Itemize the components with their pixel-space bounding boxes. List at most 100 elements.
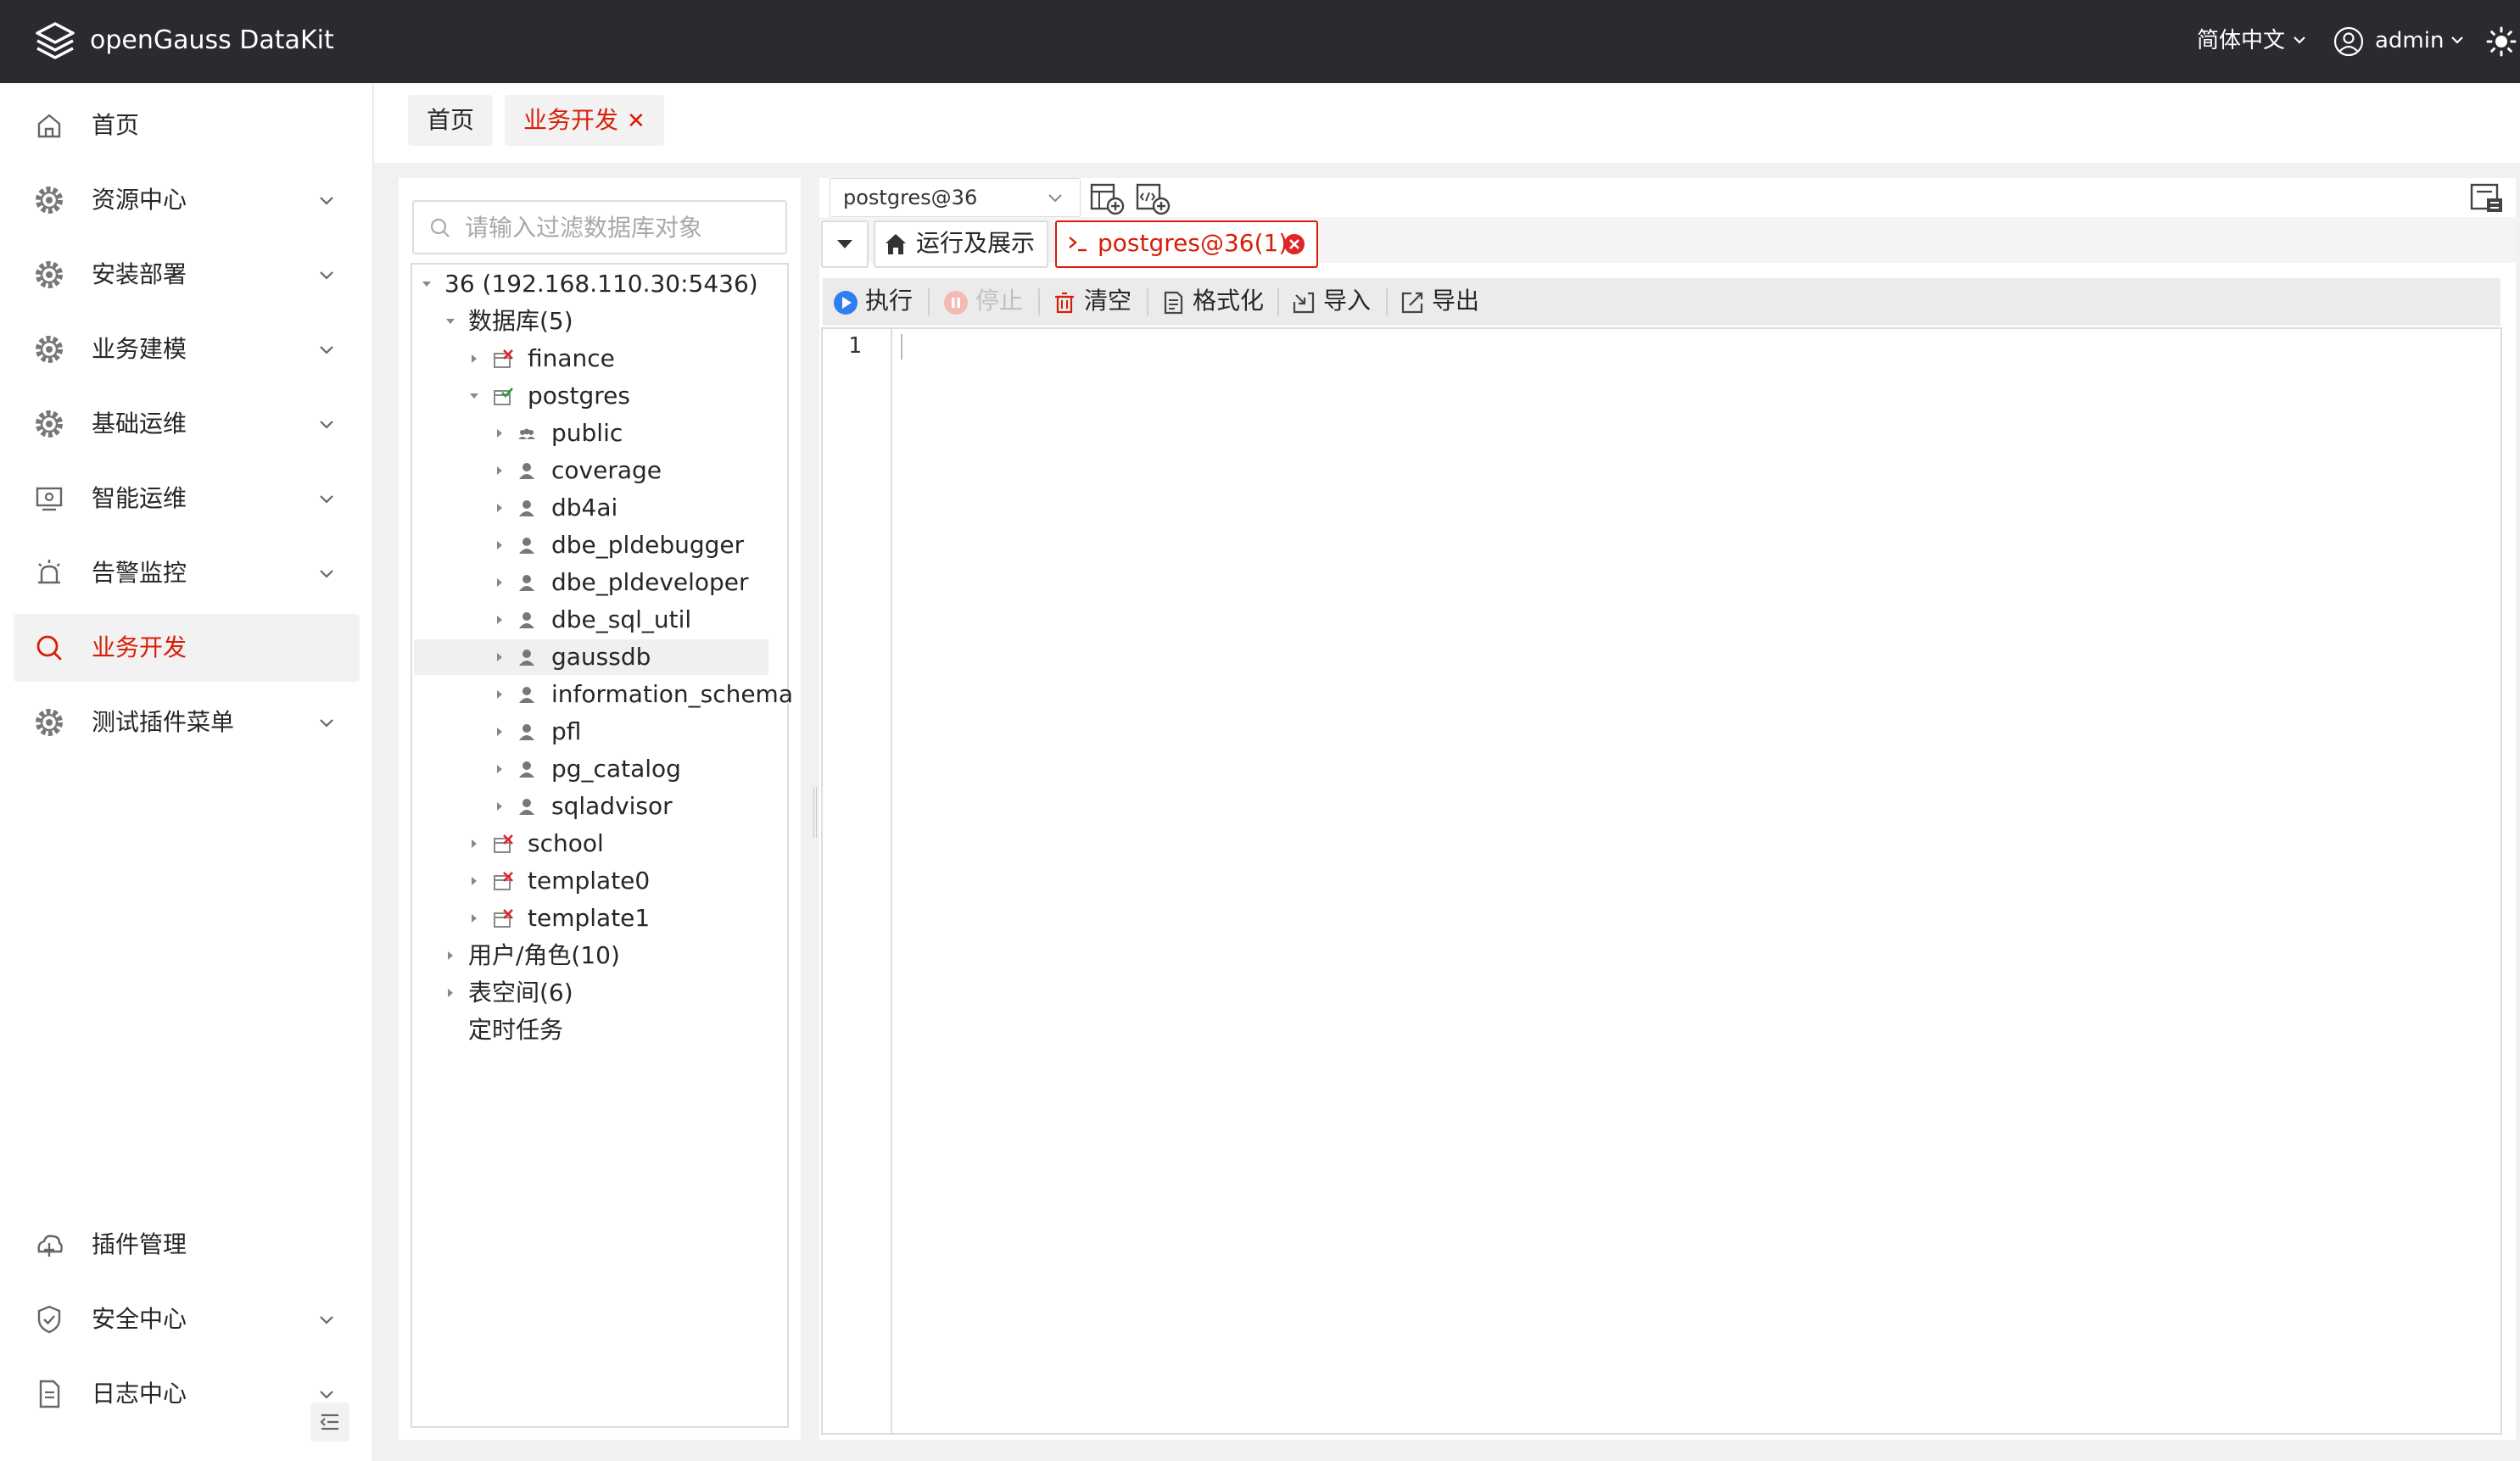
- user-menu[interactable]: admin: [2375, 24, 2444, 58]
- tree-node-schema[interactable]: pfl: [419, 714, 768, 750]
- tree-node-database[interactable]: template0: [419, 863, 784, 899]
- caret-right-icon[interactable]: [468, 838, 480, 850]
- clear-button[interactable]: 清空: [1084, 283, 1131, 319]
- sql-assistant-icon[interactable]: [2468, 181, 2506, 215]
- splitter-grip[interactable]: [813, 787, 817, 838]
- sidebar-item-test-plugin-menu[interactable]: 测试插件菜单: [14, 689, 360, 756]
- chevron-down-icon[interactable]: [2450, 34, 2465, 46]
- tree-node-schema[interactable]: information_schema: [419, 677, 793, 712]
- sidebar-item-home[interactable]: 首页: [14, 92, 360, 159]
- sql-code-editor[interactable]: [821, 327, 2502, 1435]
- caret-right-icon[interactable]: [444, 987, 456, 999]
- sun-theme-icon[interactable]: [2485, 25, 2517, 58]
- tab-sql-console-label[interactable]: postgres@36(1): [1098, 226, 1288, 261]
- tree-node-database[interactable]: finance: [419, 341, 784, 376]
- connection-select-value[interactable]: postgres@36: [843, 181, 977, 214]
- caret-right-icon[interactable]: [494, 689, 506, 700]
- tree-node-scheduled-jobs[interactable]: 定时任务: [419, 1012, 784, 1048]
- sidebar-item-label: 业务建模: [92, 335, 187, 363]
- caret-right-icon[interactable]: [444, 950, 456, 962]
- tree-node-schema[interactable]: dbe_sql_util: [419, 602, 768, 638]
- tree-node-schema[interactable]: dbe_pldeveloper: [419, 565, 768, 600]
- tab-run-results-label[interactable]: 运行及展示: [916, 226, 1035, 261]
- tree-node-schema[interactable]: public: [419, 415, 768, 451]
- caret-right-icon[interactable]: [494, 651, 506, 663]
- tab-business-dev[interactable]: 业务开发 ✕: [505, 95, 664, 146]
- chevron-down-icon[interactable]: [1047, 192, 1064, 204]
- tree-node-label: information_schema: [551, 680, 793, 708]
- sidebar-item-label: 基础运维: [92, 410, 187, 438]
- caret-right-icon[interactable]: [494, 427, 506, 439]
- caret-down-icon[interactable]: [421, 278, 433, 290]
- tree-node-schema-selected[interactable]: gaussdb: [414, 639, 768, 675]
- tree-node-schema[interactable]: db4ai: [419, 490, 768, 526]
- export-button[interactable]: 导出: [1432, 283, 1479, 319]
- editor-tabs-dropdown[interactable]: [821, 220, 869, 268]
- search-icon: [36, 635, 62, 661]
- tree-node-users-roles[interactable]: 用户/角色(10): [419, 938, 784, 973]
- tree-node-label: dbe_pldeveloper: [551, 568, 749, 596]
- caret-right-icon[interactable]: [494, 539, 506, 551]
- sidebar-item-smart-ops[interactable]: 智能运维: [14, 465, 360, 533]
- sidebar-item-log-center[interactable]: 日志中心: [14, 1360, 360, 1428]
- tree-node-connection[interactable]: 36 (192.168.110.30:5436): [419, 266, 784, 302]
- tree-node-databases[interactable]: 数据库(5): [419, 304, 784, 339]
- user-avatar-icon[interactable]: [2333, 25, 2365, 58]
- tree-filter-input[interactable]: [465, 207, 779, 248]
- sidebar-item-business-modeling[interactable]: 业务建模: [14, 315, 360, 383]
- caret-right-icon[interactable]: [494, 465, 506, 477]
- sidebar-item-label: 告警监控: [92, 559, 187, 587]
- chevron-down-icon[interactable]: [2292, 34, 2307, 46]
- collapse-sidebar-icon[interactable]: [310, 1402, 349, 1441]
- sidebar-item-alarm-monitor[interactable]: 告警监控: [14, 539, 360, 607]
- search-icon: [430, 218, 450, 237]
- tree-node-schema[interactable]: dbe_pldebugger: [419, 527, 768, 563]
- tree-node-database[interactable]: school: [419, 826, 784, 862]
- home-icon: [37, 114, 61, 138]
- text-cursor: [901, 334, 902, 360]
- tree-node-schema[interactable]: pg_catalog: [419, 751, 768, 787]
- close-circle-icon[interactable]: [1282, 232, 1306, 256]
- play-icon[interactable]: [833, 290, 858, 315]
- sidebar-item-plugin-management[interactable]: 插件管理: [14, 1211, 360, 1279]
- caret-right-icon[interactable]: [494, 726, 506, 738]
- caret-right-icon[interactable]: [468, 875, 480, 887]
- new-sql-editor-icon[interactable]: [1089, 181, 1125, 215]
- caret-right-icon[interactable]: [494, 614, 506, 626]
- sidebar-item-business-dev[interactable]: 业务开发: [14, 614, 360, 682]
- caret-down-icon[interactable]: [444, 315, 456, 327]
- tree-node-database[interactable]: postgres: [419, 378, 784, 414]
- tree-node-label: postgres: [528, 382, 630, 410]
- close-icon[interactable]: ✕: [627, 96, 645, 147]
- caret-right-icon[interactable]: [468, 353, 480, 365]
- caret-right-icon[interactable]: [494, 577, 506, 588]
- new-function-icon[interactable]: [1135, 181, 1171, 215]
- sidebar-item-label: 智能运维: [92, 484, 187, 512]
- language-select[interactable]: 简体中文: [2197, 24, 2285, 58]
- toolbar-divider: [1386, 288, 1388, 315]
- tree-node-schema[interactable]: sqladvisor: [419, 789, 768, 824]
- tree-node-tablespaces[interactable]: 表空间(6): [419, 975, 784, 1011]
- format-button[interactable]: 格式化: [1193, 283, 1264, 319]
- import-button[interactable]: 导入: [1323, 283, 1371, 319]
- line-number: 1: [848, 333, 862, 359]
- execute-button[interactable]: 执行: [865, 283, 913, 319]
- chevron-down-icon: [320, 1316, 333, 1324]
- caret-down-icon[interactable]: [835, 237, 855, 251]
- tree-node-schema[interactable]: coverage: [419, 453, 768, 488]
- stop-button[interactable]: 停止: [975, 283, 1023, 319]
- tab-home[interactable]: 首页: [408, 95, 494, 146]
- caret-right-icon[interactable]: [468, 912, 480, 924]
- sidebar-item-basic-ops[interactable]: 基础运维: [14, 390, 360, 458]
- sidebar-item-install-deploy[interactable]: 安装部署: [14, 241, 360, 309]
- monitor-icon: [36, 487, 63, 511]
- caret-right-icon[interactable]: [494, 502, 506, 514]
- sidebar-item-resource-center[interactable]: 资源中心: [14, 166, 360, 234]
- caret-right-icon[interactable]: [494, 763, 506, 775]
- caret-down-icon[interactable]: [468, 390, 480, 402]
- caret-right-icon[interactable]: [494, 800, 506, 812]
- tree-node-database[interactable]: template1: [419, 901, 784, 936]
- sidebar-item-security-center[interactable]: 安全中心: [14, 1285, 360, 1353]
- gear-icon: [36, 261, 63, 288]
- line-number-gutter: [823, 329, 892, 1433]
